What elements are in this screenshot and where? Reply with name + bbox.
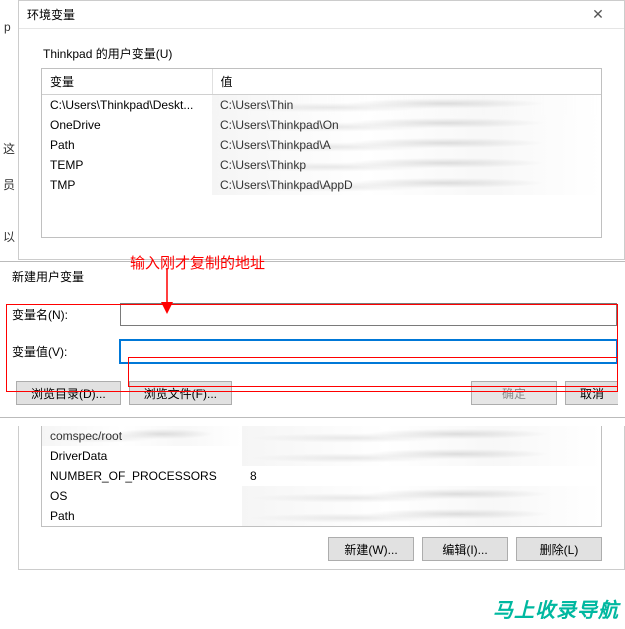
new-user-variable-dialog: 新建用户变量 变量名(N): 变量值(V): 浏览目录(D)... 浏览文件(F… bbox=[0, 261, 625, 418]
env-variables-dialog: 环境变量 ✕ Thinkpad 的用户变量(U) 变量 值 C:\Users\T… bbox=[18, 0, 625, 260]
table-row[interactable]: OneDrive C:\Users\Thinkpad\On bbox=[42, 115, 601, 135]
system-vars-table[interactable]: comspec/root DriverData NUMBER_OF_PROCES… bbox=[41, 426, 602, 527]
table-row[interactable]: DriverData bbox=[42, 446, 601, 466]
table-row[interactable]: OS bbox=[42, 486, 601, 506]
col-header-variable[interactable]: 变量 bbox=[42, 69, 212, 95]
variable-value-label: 变量值(V): bbox=[12, 343, 120, 360]
user-vars-table[interactable]: 变量 值 C:\Users\Thinkpad\Deskt... C:\Users… bbox=[41, 68, 602, 238]
close-icon[interactable]: ✕ bbox=[578, 4, 618, 26]
table-row[interactable]: TEMP C:\Users\Thinkp bbox=[42, 155, 601, 175]
dialog-titlebar[interactable]: 环境变量 ✕ bbox=[19, 1, 624, 29]
new-user-variable-title: 新建用户变量 bbox=[0, 262, 625, 303]
table-row[interactable]: C:\Users\Thinkpad\Deskt... C:\Users\Thin bbox=[42, 95, 601, 116]
system-vars-section: comspec/root DriverData NUMBER_OF_PROCES… bbox=[18, 426, 625, 570]
variable-name-input[interactable] bbox=[120, 303, 617, 326]
delete-button[interactable]: 删除(L) bbox=[516, 537, 602, 561]
user-vars-group-label: Thinkpad 的用户变量(U) bbox=[19, 29, 624, 68]
browse-directory-button[interactable]: 浏览目录(D)... bbox=[16, 381, 121, 405]
new-button[interactable]: 新建(W)... bbox=[328, 537, 414, 561]
table-row[interactable]: NUMBER_OF_PROCESSORS 8 bbox=[42, 466, 601, 486]
variable-value-input[interactable] bbox=[120, 340, 617, 363]
watermark-text: 马上收录导航 bbox=[493, 594, 619, 623]
cancel-button[interactable]: 取消 bbox=[565, 381, 618, 405]
ok-button[interactable]: 确定 bbox=[471, 381, 557, 405]
col-header-value[interactable]: 值 bbox=[212, 69, 601, 95]
dialog-title: 环境变量 bbox=[25, 6, 578, 23]
browse-file-button[interactable]: 浏览文件(F)... bbox=[129, 381, 232, 405]
table-row[interactable]: Path bbox=[42, 506, 601, 526]
table-row[interactable]: comspec/root bbox=[42, 426, 601, 446]
variable-name-label: 变量名(N): bbox=[12, 306, 120, 323]
table-row[interactable]: TMP C:\Users\Thinkpad\AppD bbox=[42, 175, 601, 195]
table-row[interactable]: Path C:\Users\Thinkpad\A bbox=[42, 135, 601, 155]
edit-button[interactable]: 编辑(I)... bbox=[422, 537, 508, 561]
